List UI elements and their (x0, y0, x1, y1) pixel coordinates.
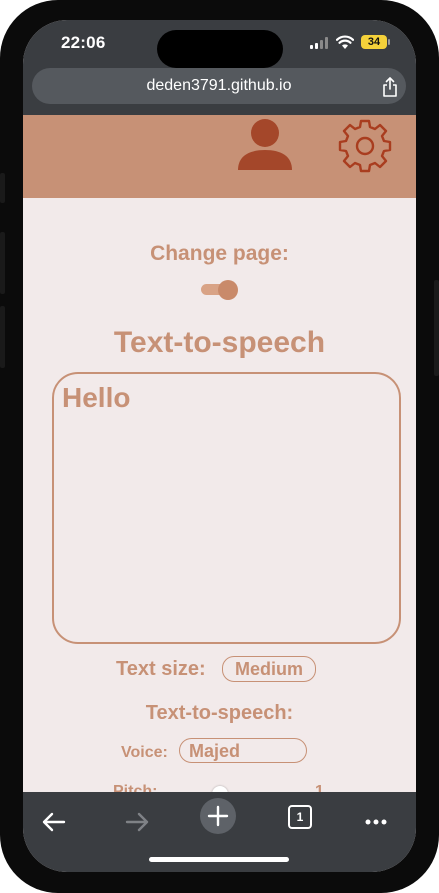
url-text: deden3791.github.io (146, 77, 292, 94)
forward-icon[interactable] (117, 802, 157, 842)
change-page-toggle[interactable] (201, 280, 239, 300)
status-bar: 22:06 34 (23, 20, 416, 68)
user-icon[interactable] (235, 116, 295, 171)
tts-section-label: Text-to-speech: (145, 702, 294, 724)
address-bar[interactable]: deden3791.github.io (32, 68, 406, 104)
wifi-icon (336, 35, 354, 49)
browser-bottom-bar: 1 (23, 792, 416, 872)
battery-icon: 34 (361, 35, 387, 49)
screen: 22:06 34 deden3791.github.io Change page… (23, 20, 416, 872)
page-title: Text-to-speech (113, 326, 326, 359)
signal-icon (310, 37, 330, 49)
phone-frame: 22:06 34 deden3791.github.io Change page… (0, 0, 439, 893)
toggle-knob (218, 280, 238, 300)
share-icon[interactable] (381, 77, 399, 97)
tabs-icon[interactable]: 1 (288, 805, 312, 829)
volume-up-button (0, 232, 5, 294)
back-icon[interactable] (34, 802, 74, 842)
textarea-value: Hello (62, 382, 131, 413)
gear-icon[interactable] (335, 118, 395, 174)
new-tab-icon (207, 805, 229, 827)
page-content: Change page: Text-to-speech Hello Text s… (23, 198, 416, 802)
status-time: 22:06 (61, 33, 106, 52)
speech-textarea[interactable]: Hello (52, 372, 401, 644)
voice-select[interactable]: Majed (179, 738, 307, 763)
side-button (0, 173, 5, 203)
text-size-label: Text size: (116, 658, 206, 680)
browser-toolbar: deden3791.github.io (23, 68, 416, 115)
power-button (434, 280, 439, 376)
more-icon[interactable] (356, 802, 396, 842)
voice-label: Voice: (121, 744, 168, 761)
text-size-select[interactable]: Medium (222, 656, 316, 682)
dynamic-island (157, 30, 283, 68)
home-indicator (149, 857, 289, 862)
change-page-label: Change page: (150, 242, 289, 265)
volume-down-button (0, 306, 5, 368)
new-tab-button[interactable] (200, 798, 236, 834)
battery-tip (388, 39, 390, 45)
